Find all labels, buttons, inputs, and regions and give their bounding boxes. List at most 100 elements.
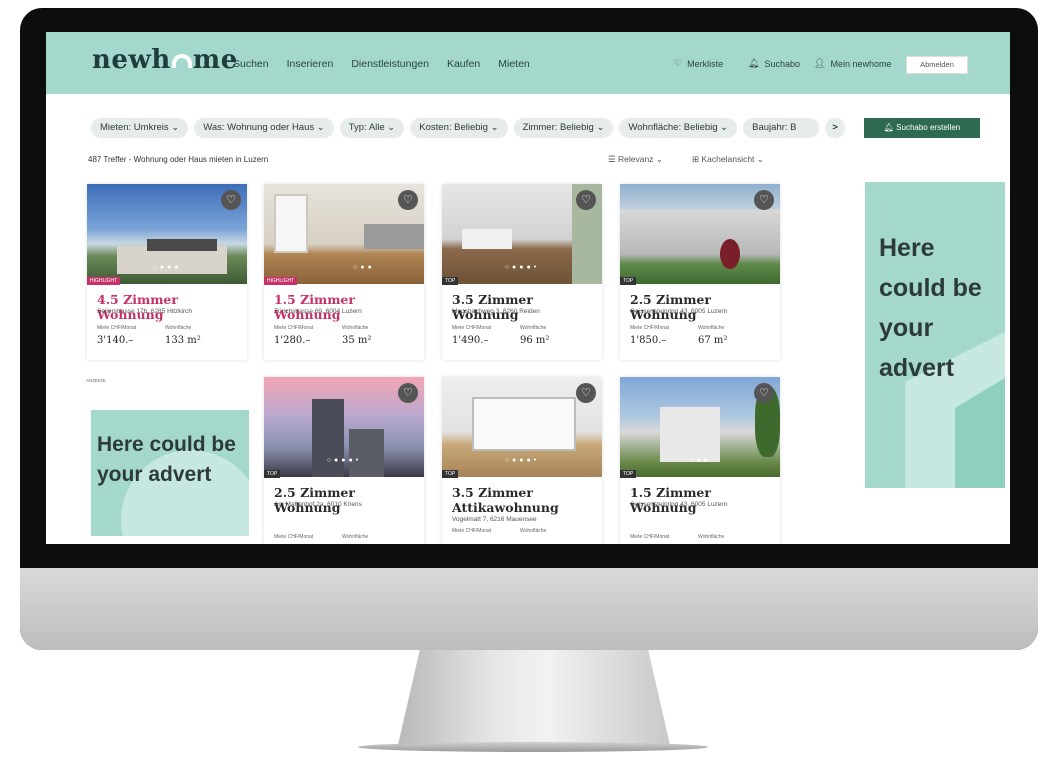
grid-icon: ⊞ [692,154,700,164]
monitor-base [358,742,708,752]
area-label: Wohnfläche [698,325,725,331]
create-alert-button[interactable]: 🔔︎ Suchabo erstellen [864,118,980,138]
listing-card[interactable]: ♡ ○●●●• TOP 3.5 Zimmer Attikawohnung Vog… [442,377,602,544]
filter-label: Wohnfläche: Beliebig [628,122,718,133]
logo[interactable]: newh me [92,45,238,75]
filter-label: Was: Wohnung oder Haus [203,122,315,133]
listing-title: 2.5 Zimmer Wohnung [274,485,355,515]
suchabo-label: Suchabo [764,58,800,69]
filter-label: Mieten: Umkreis [100,122,169,133]
bell-icon: 🔔︎ [883,123,894,132]
carousel-dots[interactable]: ○●●● [87,264,247,271]
favorite-heart-icon[interactable]: ♡ [398,190,418,210]
listing-card[interactable]: ♡ TOP 2.5 Zimmer Wohnung Geissensteinrin… [620,184,780,360]
nav-suchen[interactable]: Suchen [233,58,269,70]
top-badge: TOP [620,470,637,478]
highlight-badge: HIGHLIGHT [87,277,121,285]
area-label: Wohnfläche [698,534,725,540]
filter-baujahr[interactable]: Baujahr: B [743,118,820,138]
inline-advert[interactable]: Here could be your advert [91,410,249,536]
create-alert-label: Suchabo erstellen [896,123,961,132]
site-header: newh me Suchen Inserieren Dienstleistunge… [46,32,1010,94]
listing-address: Vogelmatt 7, 6216 Mauensee [452,516,537,523]
carousel-dots[interactable]: ○●●●• [442,264,602,271]
monitor-chin [20,568,1038,650]
favorite-heart-icon[interactable]: ♡ [576,383,596,403]
top-badge: TOP [442,470,459,478]
area-label: Wohnfläche [520,325,547,331]
listing-price: 1'850.– [630,335,667,346]
price-label: Miete CHF/Monat [630,325,670,331]
top-badge: TOP [264,470,281,478]
listing-title: 1.5 Zimmer Wohnung [630,485,711,515]
logo-house-icon [171,52,193,68]
nav-mieten[interactable]: Mieten [498,58,530,70]
filter-typ[interactable]: Typ: Alle ⌄ [339,118,405,138]
listing-card[interactable]: ♡ ○●●●• TOP 3.5 Zimmer Wohnung Moosbachw… [442,184,602,360]
favorite-heart-icon[interactable]: ♡ [221,190,241,210]
listing-address: Seilerstrasse 17b, 6285 Hitzkirch [97,308,193,315]
listing-title: 3.5 Zimmer Attikawohnung [452,485,559,515]
filter-label: Kosten: Beliebig [419,122,488,133]
merkliste-label: Merkliste [687,58,724,69]
listing-card[interactable]: ♡ ○●● HIGHLIGHT 1.5 Zimmer Wohnung Züric… [264,184,424,360]
area-label: Wohnfläche [342,325,369,331]
sort-icon: ☰ [608,154,616,164]
listing-price: 1'280.– [274,335,311,346]
listing-card[interactable]: ♡ ○●● TOP 1.5 Zimmer Wohnung Geissenstei… [620,377,780,544]
logout-button[interactable]: Abmelden [906,56,968,74]
logo-text-start: newh [92,45,171,75]
favorite-heart-icon[interactable]: ♡ [754,190,774,210]
profile-link[interactable]: 👤︎ Mein newhome [814,58,891,69]
listing-price: 1'490.– [452,335,489,346]
carousel-dots[interactable]: ○●● [284,264,444,271]
listing-area: 67 m² [698,335,728,346]
monitor-stand [398,650,670,745]
carousel-dots[interactable]: ○●● [620,457,780,464]
filter-scroll-button[interactable]: > [825,118,846,138]
price-label: Miete CHF/Monat [97,325,137,331]
listing-address: Geissensteinring 43, 6005 Luzern [630,501,728,508]
nav-kaufen[interactable]: Kaufen [447,58,480,70]
filter-kosten[interactable]: Kosten: Beliebig ⌄ [410,118,508,138]
side-advert[interactable]: Here could be your advert [865,182,1005,488]
listing-area: 96 m² [520,335,550,346]
nav-dienstleistungen[interactable]: Dienstleistungen [351,58,429,70]
view-label: Kachelansicht [701,154,755,164]
side-advert-text: Here could be your advert [879,234,982,382]
favorite-heart-icon[interactable]: ♡ [576,190,596,210]
merkliste-link[interactable]: ♡ Merkliste [674,58,723,69]
sort-dropdown[interactable]: ☰ Relevanz ⌄ [608,154,663,165]
favorite-heart-icon[interactable]: ♡ [754,383,774,403]
price-label: Miete CHF/Monat [630,534,670,540]
listing-area: 35 m² [342,335,372,346]
area-label: Wohnfläche [165,325,192,331]
screen: newh me Suchen Inserieren Dienstleistunge… [46,32,1010,544]
listing-address: Geissensteinring 43, 6005 Luzern [630,308,728,315]
main-nav: Suchen Inserieren Dienstleistungen Kaufe… [233,58,530,70]
filter-zimmer[interactable]: Zimmer: Beliebig ⌄ [513,118,614,138]
filter-wohnflaeche[interactable]: Wohnfläche: Beliebig ⌄ [619,118,738,138]
listing-address: Moosbachweg 3, 6260 Reiden [452,308,540,315]
inline-advert-text: Here could be your advert [97,433,236,486]
carousel-dots[interactable]: ○●●●• [264,457,424,464]
logo-text-end: me [192,45,238,75]
user-icon: 👤︎ [814,58,826,68]
price-label: Miete CHF/Monat [452,528,492,534]
listing-card[interactable]: ♡ ○●●● HIGHLIGHT 4.5 Zimmer Wohnung Seil… [87,184,247,360]
listing-title: 4.5 Zimmer Wohnung [97,292,178,322]
carousel-dots[interactable]: ○●●●• [442,457,602,464]
top-badge: TOP [620,277,637,285]
favorite-heart-icon[interactable]: ♡ [398,383,418,403]
suchabo-link[interactable]: 🔔︎ Suchabo [748,58,800,69]
listing-title: 2.5 Zimmer Wohnung [630,292,711,322]
filter-umkreis[interactable]: Mieten: Umkreis ⌄ [91,118,189,138]
view-dropdown[interactable]: ⊞ Kachelansicht ⌄ [692,154,764,165]
filter-was[interactable]: Was: Wohnung oder Haus ⌄ [194,118,334,138]
filter-bar: Mieten: Umkreis ⌄ Was: Wohnung oder Haus… [91,118,846,138]
listing-address: Zürichstrasse 69, 6004 Luzern [274,308,362,315]
listing-card[interactable]: ♡ ○●●●• TOP 2.5 Zimmer Wohnung Am Matten… [264,377,424,544]
nav-inserieren[interactable]: Inserieren [287,58,334,70]
filter-label: Typ: Alle [348,122,385,133]
price-label: Miete CHF/Monat [274,534,314,540]
